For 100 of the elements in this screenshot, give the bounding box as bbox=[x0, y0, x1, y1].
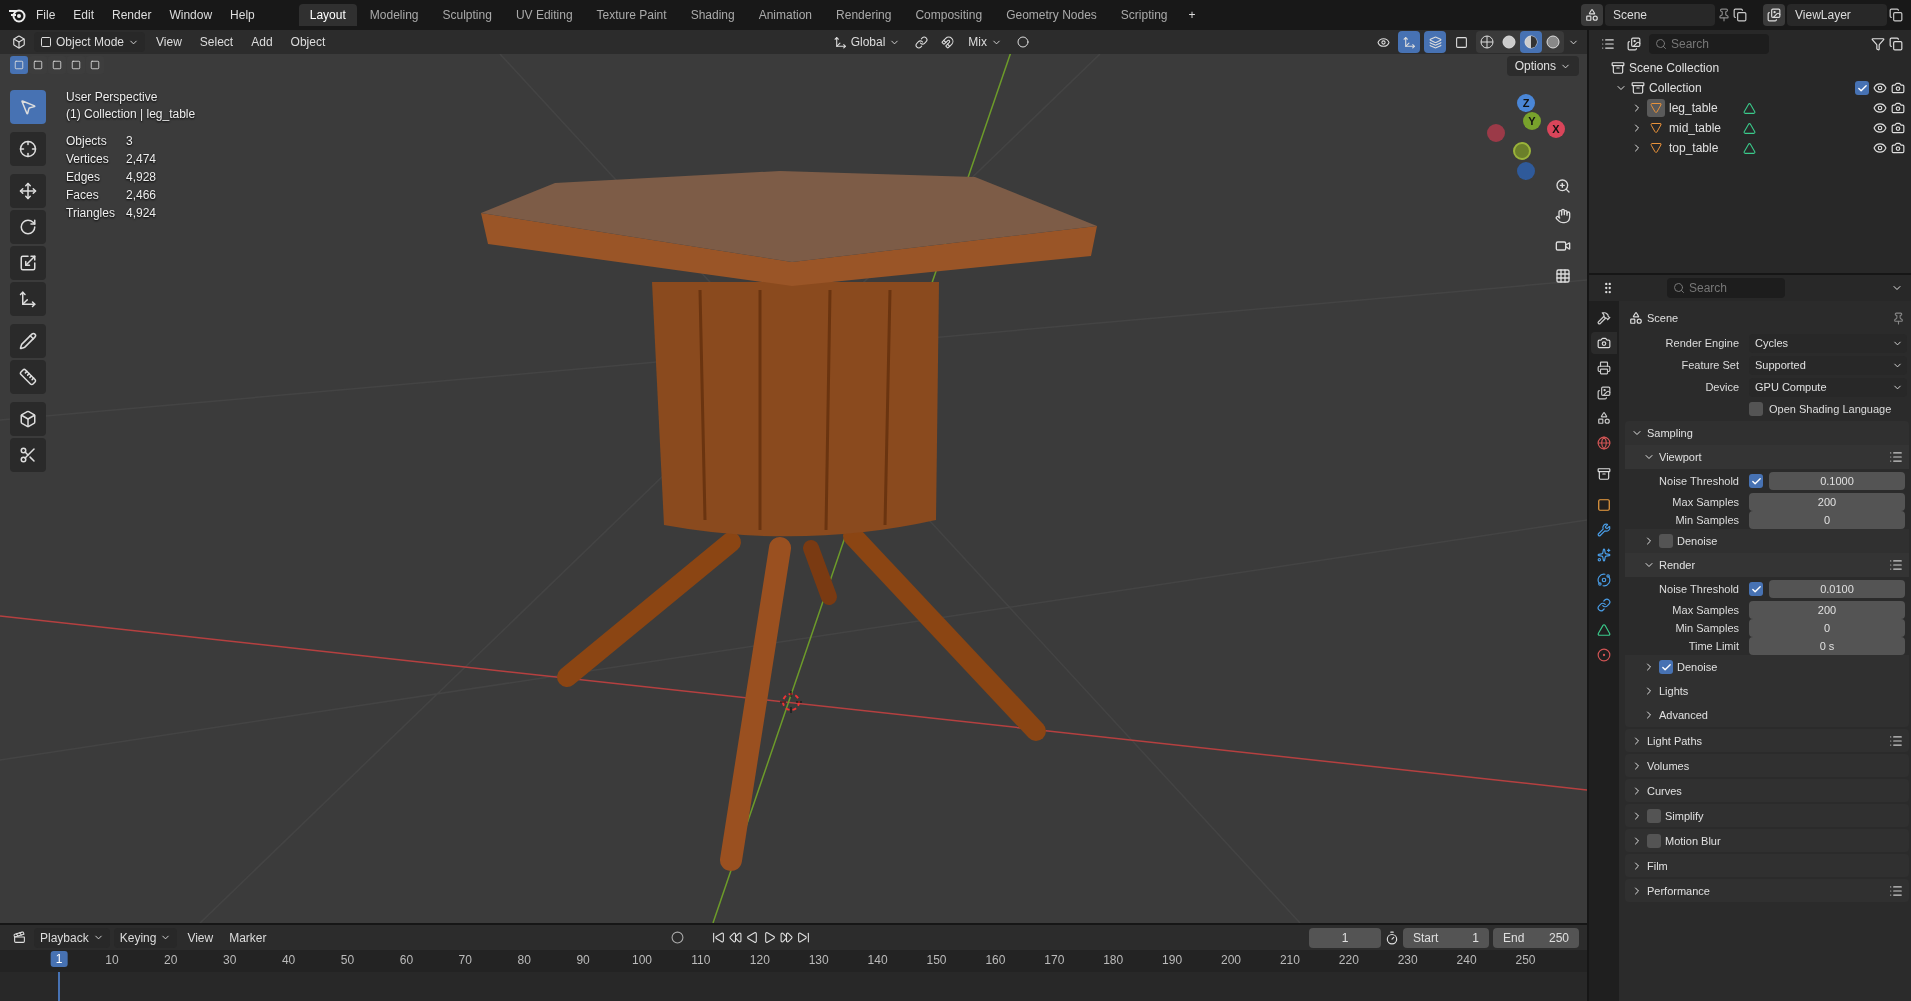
copy-icon[interactable] bbox=[1733, 8, 1747, 22]
timeline-menu[interactable]: Keying bbox=[113, 927, 178, 948]
menu-item[interactable]: Window bbox=[161, 5, 221, 25]
checkbox[interactable] bbox=[1659, 660, 1673, 674]
preset-list-icon[interactable] bbox=[1889, 883, 1903, 898]
subpanel-title[interactable]: Viewport bbox=[1659, 451, 1702, 463]
end-frame-field[interactable]: End 250 bbox=[1493, 927, 1579, 948]
panel-title[interactable]: Film bbox=[1647, 859, 1668, 872]
number-field[interactable]: 200 bbox=[1749, 601, 1905, 619]
timeline-menu[interactable]: View bbox=[181, 927, 220, 948]
tree-item[interactable]: Scene Collection bbox=[1629, 61, 1720, 75]
header-menu[interactable]: View bbox=[149, 33, 189, 51]
camera-icon[interactable] bbox=[1891, 121, 1905, 135]
play-reverse-icon[interactable] bbox=[745, 931, 759, 944]
record-icon[interactable] bbox=[670, 931, 684, 944]
shading-mode-button[interactable] bbox=[1520, 31, 1542, 53]
search-field[interactable]: Search bbox=[1649, 34, 1769, 54]
timeline-menu[interactable]: Playback bbox=[34, 927, 110, 948]
mesh-object-icon[interactable] bbox=[1647, 99, 1665, 117]
number-field[interactable]: 0 s bbox=[1749, 637, 1905, 655]
panel-title[interactable]: Motion Blur bbox=[1665, 834, 1721, 847]
jump-start-icon[interactable] bbox=[711, 931, 725, 944]
workspace-tab[interactable]: UV Editing bbox=[504, 4, 584, 26]
checkbox[interactable] bbox=[1749, 474, 1763, 488]
stopwatch-icon[interactable] bbox=[1385, 930, 1399, 945]
menu-item[interactable]: Edit bbox=[65, 5, 103, 25]
add-workspace-button[interactable]: + bbox=[1180, 5, 1204, 25]
eye-icon[interactable] bbox=[1873, 121, 1887, 135]
copy-icon[interactable] bbox=[1889, 8, 1903, 22]
header-menu[interactable]: Add bbox=[244, 33, 280, 51]
jump-end-icon[interactable] bbox=[796, 931, 810, 944]
tree-item[interactable]: Collection bbox=[1649, 81, 1702, 95]
subpanel-title[interactable]: Render bbox=[1659, 559, 1696, 571]
tree-item[interactable]: top_table bbox=[1669, 141, 1739, 155]
tree-item[interactable]: leg_table bbox=[1669, 101, 1739, 115]
properties-tab[interactable] bbox=[1591, 332, 1617, 354]
panel-title[interactable]: Curves bbox=[1647, 784, 1682, 797]
workspace-tab[interactable]: Sculpting bbox=[431, 4, 503, 26]
tool-button[interactable] bbox=[10, 132, 46, 166]
tool-button[interactable] bbox=[10, 360, 46, 394]
scene-selector[interactable] bbox=[1581, 4, 1603, 26]
tree-item[interactable]: mid_table bbox=[1669, 121, 1739, 135]
scene-field[interactable]: Scene bbox=[1605, 4, 1715, 26]
preset-list-icon[interactable] bbox=[1889, 450, 1903, 464]
checkbox[interactable] bbox=[1647, 833, 1661, 848]
menu-item[interactable]: File bbox=[28, 5, 64, 25]
app-logo-icon[interactable] bbox=[8, 7, 26, 23]
menu-item[interactable]: Render bbox=[104, 5, 160, 25]
number-field[interactable]: 0 bbox=[1749, 511, 1905, 529]
subpanel-title[interactable]: Denoise bbox=[1677, 535, 1718, 547]
workspace-tab[interactable]: Geometry Nodes bbox=[995, 4, 1108, 26]
mode-dropdown[interactable]: Object Mode bbox=[34, 32, 146, 52]
viewport-toggle-button[interactable] bbox=[1424, 31, 1446, 53]
select-field[interactable]: GPU Compute bbox=[1749, 377, 1907, 397]
subpanel-title[interactable]: Lights bbox=[1659, 685, 1689, 697]
copy-icon[interactable] bbox=[1889, 37, 1903, 51]
workspace-tab[interactable]: Scripting bbox=[1109, 4, 1179, 26]
start-frame-field[interactable]: Start 1 bbox=[1403, 927, 1489, 948]
select-field[interactable]: Supported bbox=[1749, 355, 1907, 375]
panel-title[interactable]: Volumes bbox=[1647, 759, 1690, 772]
checkbox[interactable] bbox=[1855, 81, 1869, 95]
pin-icon[interactable] bbox=[1892, 311, 1905, 325]
number-field[interactable]: 0 bbox=[1749, 619, 1905, 637]
camera-icon[interactable] bbox=[1891, 101, 1905, 115]
mesh-data-icon[interactable] bbox=[1743, 121, 1756, 135]
filter-icon[interactable] bbox=[1871, 37, 1885, 51]
workspace-tab[interactable]: Layout bbox=[298, 4, 357, 26]
workspace-tab[interactable]: Compositing bbox=[904, 4, 994, 26]
checkbox[interactable] bbox=[1647, 808, 1661, 823]
tool-button[interactable] bbox=[10, 282, 46, 316]
mesh-data-icon[interactable] bbox=[1743, 101, 1756, 115]
eye-icon[interactable] bbox=[1873, 101, 1887, 115]
workspace-tab[interactable]: Texture Paint bbox=[585, 4, 678, 26]
view-layer-selector[interactable] bbox=[1763, 4, 1785, 26]
tool-button[interactable] bbox=[10, 324, 46, 358]
panel-title[interactable]: Simplify bbox=[1665, 809, 1704, 822]
header-menu[interactable]: Object bbox=[283, 33, 333, 51]
tool-button[interactable] bbox=[10, 210, 46, 244]
select-field[interactable]: Cycles bbox=[1749, 333, 1907, 353]
mesh-data-icon[interactable] bbox=[1743, 141, 1756, 155]
checkbox[interactable] bbox=[1749, 402, 1763, 416]
previous-keyframe-icon[interactable] bbox=[728, 931, 742, 944]
checkbox[interactable] bbox=[1749, 582, 1763, 596]
pin-icon[interactable] bbox=[1717, 8, 1731, 22]
select-mode-button[interactable] bbox=[10, 56, 28, 74]
subpanel-title[interactable]: Advanced bbox=[1659, 709, 1708, 721]
options-dropdown[interactable]: Options bbox=[1506, 56, 1579, 76]
panel-title[interactable]: Light Paths bbox=[1647, 734, 1703, 747]
panel-title[interactable]: Sampling bbox=[1647, 427, 1693, 439]
panel-title[interactable]: Performance bbox=[1647, 884, 1710, 897]
view-layer-field[interactable]: ViewLayer bbox=[1787, 4, 1887, 26]
camera-icon[interactable] bbox=[1891, 141, 1905, 155]
header-menu[interactable]: Select bbox=[192, 33, 241, 51]
orientation-dropdown[interactable]: Global bbox=[827, 32, 907, 52]
preset-list-icon[interactable] bbox=[1889, 558, 1903, 572]
search-field[interactable]: Search bbox=[1667, 278, 1785, 298]
subpanel-title[interactable]: Denoise bbox=[1677, 661, 1718, 673]
tool-button[interactable] bbox=[10, 246, 46, 280]
workspace-tab[interactable]: Shading bbox=[679, 4, 746, 26]
checkbox[interactable] bbox=[1659, 534, 1673, 548]
